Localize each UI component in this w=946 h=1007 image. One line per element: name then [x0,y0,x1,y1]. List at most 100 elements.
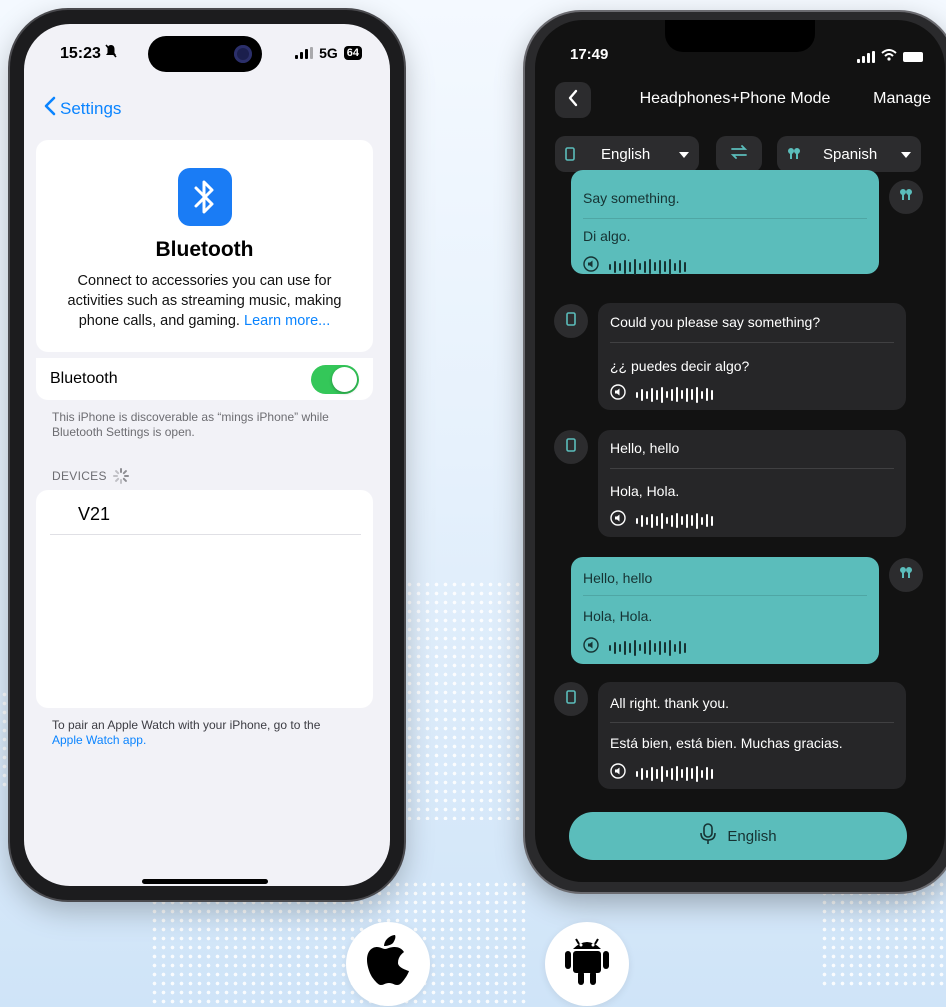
discoverable-hint: This iPhone is discoverable as “mings iP… [52,410,329,439]
chevron-down-icon [679,152,689,158]
waveform [636,512,713,529]
status-time: 17:49 [570,46,609,63]
devices-header: DEVICES [52,468,129,484]
message-bubble: Hello, hello Hola, Hola. [598,430,906,537]
waveform [609,258,686,275]
toggle-label: Bluetooth [50,370,118,387]
phone-icon [566,689,576,709]
earbuds-avatar [889,558,923,592]
android-logo-badge [545,922,629,1006]
divider [610,342,894,343]
android-logo-icon [563,935,611,994]
translator-screen: 17:49 Headphones+Phone Mode Manage Engli… [535,20,945,882]
bluetooth-info-card: Bluetooth Connect to accessories you can… [36,140,373,352]
earbuds-icon [899,188,913,207]
audio-player[interactable] [583,637,686,658]
message-source-text: All right. thank you. [610,695,730,711]
phone-icon [566,437,576,457]
speak-english-button[interactable]: English [569,812,907,860]
message-translation-text: Está bien, está bien. Muchas gracias. [610,735,843,751]
network-label: 5G [319,45,338,61]
chevron-down-icon [901,152,911,158]
phone-avatar [554,682,588,716]
bluetooth-toggle[interactable] [311,365,359,394]
divider [610,722,894,723]
language-select-right[interactable]: Spanish [777,136,921,172]
message-translation-text: Hola, Hola. [610,483,680,499]
bell-mute-icon [105,44,117,63]
iphone-frame: 15:23 5G 64 Settings Bluetooth Connect t… [10,10,404,900]
waveform [636,765,713,782]
earbuds-icon [899,566,913,585]
speaker-icon [610,384,626,405]
devices-header-label: DEVICES [52,469,107,483]
status-bar: 17:49 [535,40,945,64]
message-bubble: Say something. Di algo. [571,170,879,277]
devices-list: V21 [36,490,373,708]
waveform [609,639,686,656]
mic-label: English [727,827,777,845]
loading-spinner-icon [112,468,129,484]
audio-player[interactable] [610,763,713,784]
message-source-text: Hello, hello [610,440,680,456]
swap-icon [730,144,748,164]
footer-text: To pair an Apple Watch with your iPhone,… [52,718,321,732]
home-indicator[interactable] [142,879,268,884]
divider [583,595,867,596]
learn-more-link[interactable]: Learn more... [244,313,330,329]
language-right-label: Spanish [823,146,878,163]
world-map-dots [820,880,946,990]
ios-bluetooth-settings-screen: 15:23 5G 64 Settings Bluetooth Connect t… [24,24,390,886]
phone-icon [565,147,575,165]
chevron-left-icon [567,89,579,112]
page-title: Bluetooth [155,238,254,261]
speaker-icon [610,763,626,784]
audio-player[interactable] [610,384,713,405]
apple-watch-footer: To pair an Apple Watch with your iPhone,… [52,718,352,748]
swap-languages-button[interactable] [716,136,762,172]
language-left-label: English [601,146,651,163]
apple-logo-badge [346,922,430,1006]
message-bubble: Could you please say something? ¿¿ puede… [598,303,906,410]
divider [610,468,894,469]
divider [583,218,867,219]
earbuds-avatar [889,180,923,214]
message-bubble: All right. thank you. Está bien, está bi… [598,682,906,789]
back-button[interactable] [555,82,591,118]
speaker-icon [583,256,599,277]
message-translation-text: Hola, Hola. [583,608,653,624]
apple-watch-app-link[interactable]: Apple Watch app. [52,733,352,748]
microphone-icon [699,823,717,849]
divider [50,534,361,535]
signal-icon [295,47,314,59]
audio-player[interactable] [583,256,686,277]
phone-avatar [554,430,588,464]
status-time: 15:23 [60,44,101,62]
signal-icon [857,50,875,63]
message-source-text: Hello, hello [583,570,653,586]
message-source-text: Could you please say something? [610,314,821,330]
earbuds-icon [787,147,801,165]
android-frame: 17:49 Headphones+Phone Mode Manage Engli… [525,12,946,892]
status-bar: 15:23 5G 64 [24,42,390,66]
page-title: Headphones+Phone Mode [639,90,831,107]
speaker-icon [583,637,599,658]
battery-icon [903,51,923,62]
language-select-left[interactable]: English [555,136,699,172]
device-item-v21[interactable]: V21 [78,504,110,525]
back-label: Settings [60,98,122,118]
world-map-dots [405,580,525,820]
manage-button[interactable]: Manage [873,90,931,108]
settings-back-button[interactable]: Settings [44,96,121,121]
chevron-left-icon [44,96,56,121]
battery-icon: 64 [343,46,362,60]
phone-avatar [554,304,588,338]
waveform [636,386,713,403]
message-translation-text: Di algo. [583,228,631,244]
wifi-icon [881,48,897,65]
bluetooth-toggle-row: Bluetooth [36,358,373,400]
message-source-text: Say something. [583,190,680,206]
audio-player[interactable] [610,510,713,531]
bluetooth-icon [178,168,232,226]
speaker-icon [610,510,626,531]
